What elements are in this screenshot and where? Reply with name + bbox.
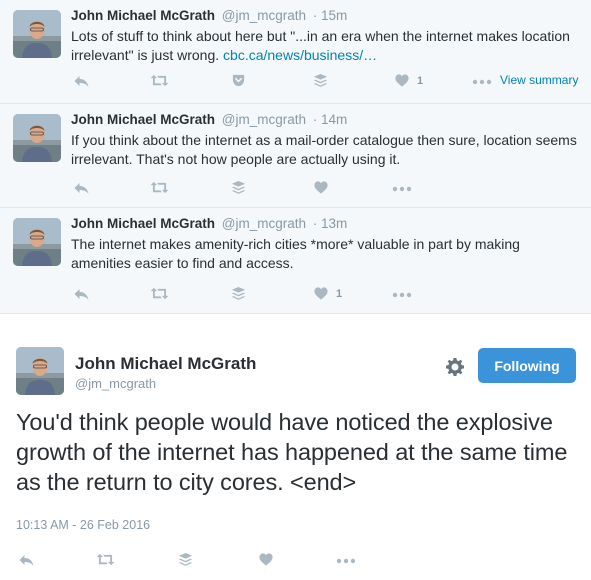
tweet-time[interactable]: · 15m: [313, 8, 348, 23]
buffer-icon[interactable]: [178, 552, 193, 567]
more-icon[interactable]: [392, 186, 412, 192]
like-count: 1: [417, 74, 424, 87]
avatar[interactable]: [16, 347, 64, 395]
tweet-header: John Michael McGrath @jm_mcgrath · 15m: [71, 8, 347, 23]
tweet-actions: [0, 552, 591, 572]
reply-icon[interactable]: [73, 180, 90, 196]
retweet-icon[interactable]: [150, 73, 169, 88]
more-icon[interactable]: [336, 558, 356, 564]
heart-icon: [313, 286, 329, 301]
author-handle[interactable]: @jm_mcgrath: [222, 112, 306, 127]
heart-icon: [394, 73, 410, 88]
reply-icon[interactable]: [73, 286, 90, 302]
more-icon[interactable]: [472, 79, 492, 85]
retweet-icon[interactable]: [96, 552, 115, 567]
retweet-icon[interactable]: [150, 180, 169, 195]
tweet-actions: 1: [0, 286, 591, 306]
tweet-time[interactable]: · 14m: [313, 112, 348, 127]
author-name[interactable]: John Michael McGrath: [71, 112, 215, 127]
buffer-icon[interactable]: [231, 180, 246, 195]
tweet-link[interactable]: cbc.ca/news/business/…: [223, 47, 377, 63]
like-button[interactable]: 1: [313, 286, 342, 301]
tweet-time[interactable]: · 13m: [313, 216, 348, 231]
tweet-header: John Michael McGrath @jm_mcgrath · 13m: [71, 216, 347, 231]
tweet-text: If you think about the internet as a mai…: [71, 132, 577, 167]
author-handle[interactable]: @jm_mcgrath: [222, 216, 306, 231]
gear-icon[interactable]: [445, 357, 465, 377]
retweet-icon[interactable]: [150, 286, 169, 301]
avatar[interactable]: [13, 114, 61, 162]
author-name[interactable]: John Michael McGrath: [71, 216, 215, 231]
tweet-text: You'd think people would have noticed th…: [16, 409, 568, 495]
tweet-item[interactable]: John Michael McGrath @jm_mcgrath · 15m L…: [0, 0, 591, 104]
author-name[interactable]: John Michael McGrath: [75, 354, 256, 374]
reply-icon[interactable]: [73, 73, 90, 89]
more-icon[interactable]: [392, 292, 412, 298]
buffer-icon[interactable]: [313, 73, 328, 88]
author-handle[interactable]: @jm_mcgrath: [222, 8, 306, 23]
tweet-actions: [0, 180, 591, 200]
tweet-header: John Michael McGrath @jm_mcgrath · 14m: [71, 112, 347, 127]
heart-icon[interactable]: [313, 180, 329, 195]
tweet-text: Lots of stuff to think about here but ".…: [71, 27, 581, 65]
pocket-icon[interactable]: [231, 73, 246, 88]
tweet-item[interactable]: John Michael McGrath @jm_mcgrath · 14m I…: [0, 104, 591, 208]
buffer-icon[interactable]: [231, 286, 246, 301]
tweet-timestamp[interactable]: 10:13 AM - 26 Feb 2016: [16, 518, 150, 532]
main-tweet: John Michael McGrath @jm_mcgrath Followi…: [0, 314, 591, 580]
like-count: 1: [336, 287, 343, 300]
author-name[interactable]: John Michael McGrath: [71, 8, 215, 23]
tweet-item[interactable]: John Michael McGrath @jm_mcgrath · 13m T…: [0, 208, 591, 314]
heart-icon[interactable]: [258, 552, 274, 567]
tweet-actions: 1 View summary: [0, 73, 591, 93]
author-handle[interactable]: @jm_mcgrath: [75, 376, 156, 391]
tweet-text: The internet makes amenity-rich cities *…: [71, 236, 520, 271]
avatar[interactable]: [13, 10, 61, 58]
following-button[interactable]: Following: [478, 348, 576, 383]
like-button[interactable]: 1: [394, 73, 423, 88]
reply-icon[interactable]: [18, 552, 35, 568]
view-summary-link[interactable]: View summary: [500, 73, 578, 87]
avatar[interactable]: [13, 218, 61, 266]
